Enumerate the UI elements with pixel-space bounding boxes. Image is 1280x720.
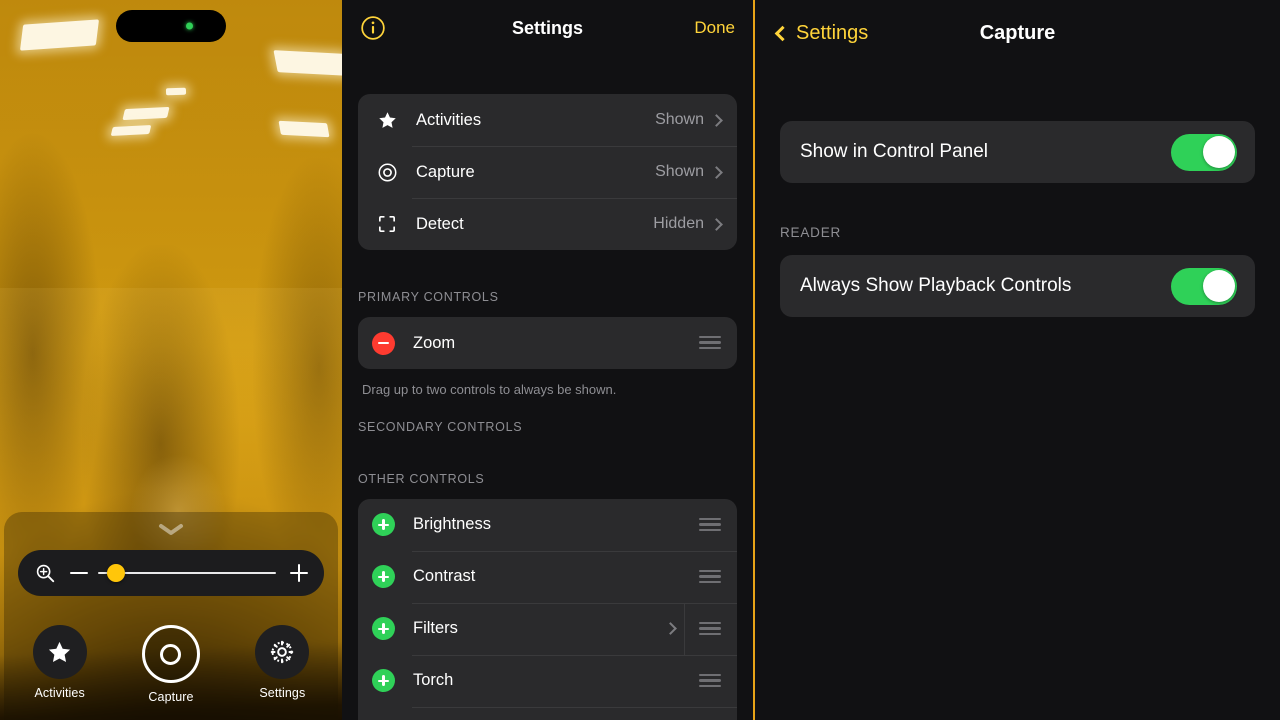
magnifier-zoom-icon <box>36 564 55 583</box>
secondary-controls-header: SECONDARY CONTROLS <box>358 419 523 434</box>
page-title: Settings <box>511 17 583 38</box>
drag-handle-icon[interactable] <box>699 621 721 636</box>
remove-control-button[interactable] <box>372 331 395 355</box>
camera-controls-sheet: Activities Capture Settings <box>4 512 338 720</box>
chevron-right-icon <box>664 622 677 636</box>
other-control-row-torch[interactable]: Torch <box>358 654 737 707</box>
zoom-increase-button[interactable] <box>290 564 308 582</box>
other-control-row-brightness[interactable]: Brightness <box>358 499 737 551</box>
primary-controls-footnote: Drag up to two controls to always be sho… <box>362 382 617 397</box>
settings-row-value: Hidden <box>653 215 704 232</box>
settings-navigation-bar: Settings Done <box>342 0 753 56</box>
settings-row-activities[interactable]: Activities Shown <box>358 94 737 146</box>
settings-button-circle <box>255 625 310 679</box>
reader-section-header: READER <box>780 225 842 240</box>
capture-row-label: Always Show Playback Controls <box>800 275 1072 296</box>
reader-card: Always Show Playback Controls <box>780 255 1255 317</box>
capture-row-always-show-playback-controls[interactable]: Always Show Playback Controls <box>780 255 1255 317</box>
capture-shutter-icon <box>374 162 400 183</box>
control-panel-card: Show in Control Panel <box>780 121 1255 183</box>
tab-capture-label: Capture <box>148 690 194 704</box>
toggle-knob <box>1202 270 1235 302</box>
capture-navigation-bar: Settings Capture <box>755 0 1280 66</box>
settings-row-label: Detect <box>416 214 464 233</box>
chevron-right-icon <box>710 165 723 179</box>
show-in-control-panel-toggle[interactable] <box>1171 133 1237 171</box>
info-circle-icon[interactable] <box>360 15 386 41</box>
modes-card: Activities Shown Capture Shown Detect Hi… <box>358 94 737 250</box>
control-row-label: Contrast <box>413 567 476 586</box>
add-control-button[interactable] <box>372 669 395 693</box>
dynamic-island <box>116 10 226 42</box>
add-control-button[interactable] <box>372 565 395 589</box>
other-control-row-contrast[interactable]: Contrast <box>358 550 737 603</box>
primary-controls-header: PRIMARY CONTROLS <box>358 290 499 304</box>
tab-capture[interactable]: Capture <box>115 625 226 704</box>
tab-settings-label: Settings <box>259 686 306 700</box>
add-control-button[interactable] <box>372 617 395 641</box>
drag-handle-icon[interactable] <box>699 517 721 532</box>
tab-activities-label: Activities <box>34 686 85 700</box>
settings-row-capture[interactable]: Capture Shown <box>358 146 737 198</box>
tab-settings[interactable]: Settings <box>227 625 338 704</box>
control-row-label: Torch <box>413 671 454 690</box>
chevron-right-icon <box>710 217 723 231</box>
capture-settings-panel: Settings Capture Show in Control Panel R… <box>755 0 1280 720</box>
settings-row-detect[interactable]: Detect Hidden <box>358 198 737 250</box>
gear-icon <box>271 640 294 664</box>
tab-activities[interactable]: Activities <box>4 625 115 704</box>
zoom-slider-line <box>98 572 276 574</box>
settings-panel: Settings Done Activities Shown Capture S… <box>342 0 755 720</box>
capture-shutter-icon <box>160 643 182 665</box>
add-control-button[interactable] <box>372 513 395 537</box>
other-controls-header: OTHER CONTROLS <box>358 471 485 486</box>
other-control-row-filters[interactable]: Filters <box>358 602 737 655</box>
drag-handle-separator <box>684 602 685 655</box>
drag-handle-icon[interactable] <box>699 336 721 350</box>
star-icon <box>49 641 71 662</box>
star-icon <box>374 110 400 131</box>
camera-tab-bar: Activities Capture Settings <box>4 625 338 704</box>
capture-row-label: Show in Control Panel <box>800 141 988 162</box>
always-show-playback-controls-toggle[interactable] <box>1171 267 1237 305</box>
settings-row-value: Shown <box>655 163 704 180</box>
zoom-slider-track[interactable] <box>98 564 276 582</box>
chevron-left-icon <box>774 25 791 41</box>
three-panel-screenshot: Activities Capture Settings Settings Don… <box>0 0 1280 720</box>
camera-active-dot-icon <box>186 22 193 30</box>
primary-controls-card: Zoom <box>358 317 737 369</box>
zoom-decrease-button[interactable] <box>70 572 88 574</box>
chevron-right-icon <box>710 113 723 127</box>
settings-scroll-area[interactable]: Activities Shown Capture Shown Detect Hi… <box>342 56 753 720</box>
control-row-label: Zoom <box>413 333 456 352</box>
activities-button-circle <box>32 625 87 679</box>
toggle-knob <box>1202 136 1235 168</box>
viewfinder-icon <box>374 214 400 234</box>
zoom-slider-thumb[interactable] <box>106 564 125 582</box>
chevron-down-icon <box>159 524 183 535</box>
done-button[interactable]: Done <box>694 18 735 38</box>
settings-row-label: Capture <box>416 162 475 181</box>
zoom-slider-bar <box>18 550 324 596</box>
primary-control-row-zoom[interactable]: Zoom <box>358 317 737 369</box>
magnifier-live-view-panel: Activities Capture Settings <box>0 0 342 720</box>
capture-shutter-button <box>141 625 200 683</box>
drag-handle-icon[interactable] <box>699 569 721 584</box>
settings-row-value: Shown <box>655 111 704 128</box>
control-row-label: Filters <box>413 619 458 638</box>
back-to-settings-button[interactable]: Settings <box>774 21 869 45</box>
other-controls-card: Brightness Contrast Filters Torch <box>358 498 737 720</box>
settings-row-label: Activities <box>416 110 482 129</box>
control-row-label: Brightness <box>413 515 491 534</box>
other-control-row-focus-lock[interactable]: Focus Lock <box>358 706 737 720</box>
drag-handle-icon[interactable] <box>699 673 721 688</box>
collapse-sheet-handle[interactable] <box>152 518 190 540</box>
capture-row-show-in-control-panel[interactable]: Show in Control Panel <box>780 121 1255 183</box>
back-button-label: Settings <box>796 21 869 44</box>
